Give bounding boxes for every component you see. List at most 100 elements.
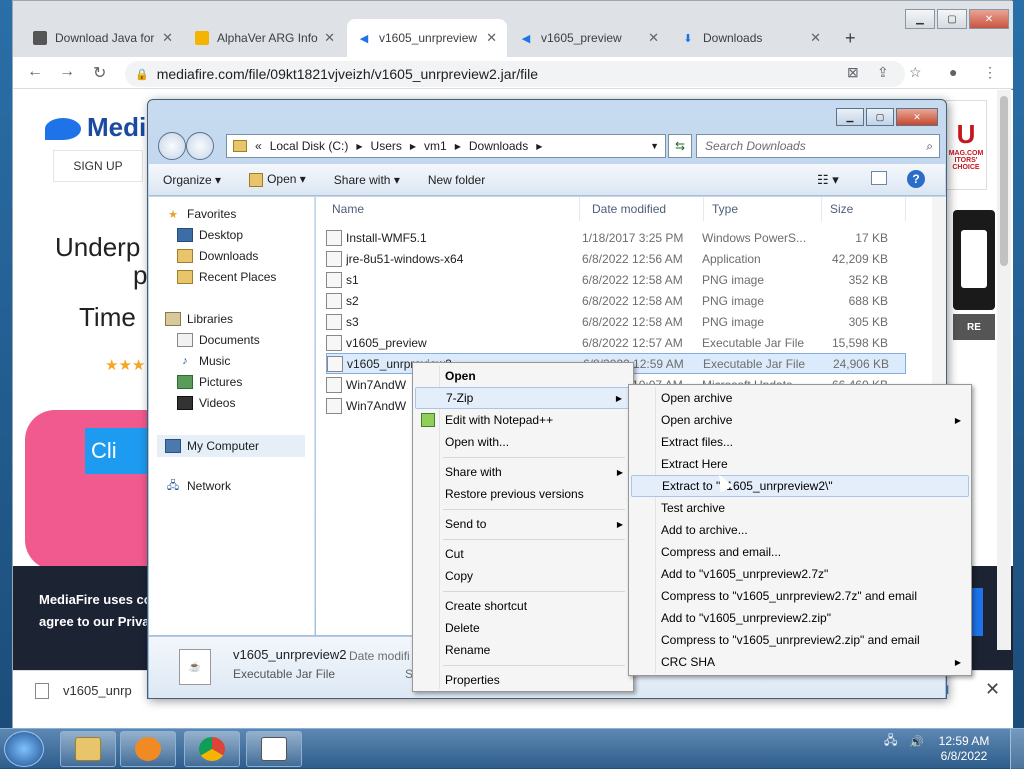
taskbar-solitaire[interactable] [246, 731, 302, 767]
new-tab-button[interactable]: + [835, 19, 866, 57]
reload-icon[interactable]: ↻ [93, 63, 106, 83]
mediafire-logo[interactable]: Medi [45, 112, 146, 143]
menu-item[interactable]: Extract Here [631, 453, 969, 475]
organize-menu[interactable]: Organize ▾ [149, 173, 235, 187]
more-button[interactable]: RE [953, 314, 995, 340]
menu-item[interactable]: Copy [415, 565, 631, 587]
menu-item[interactable]: Send to ▶ [415, 513, 631, 535]
menu-item[interactable]: Open [415, 365, 631, 387]
menu-item[interactable]: CRC SHA ▶ [631, 651, 969, 673]
nav-music[interactable]: ♪ Music [177, 354, 230, 368]
download-item[interactable]: v1605_unrp [63, 683, 132, 698]
back-icon[interactable]: ← [27, 63, 43, 81]
breadcrumb-local-disk[interactable]: Local Disk (C:) [270, 139, 349, 153]
bookmark-star-icon[interactable]: ☆ [909, 64, 922, 81]
menu-item[interactable]: Rename [415, 639, 631, 661]
nav-recent-places[interactable]: Recent Places [177, 270, 276, 284]
menu-item[interactable]: Delete [415, 617, 631, 639]
popup-blocked-icon[interactable]: ⊠ [847, 64, 859, 81]
start-button[interactable] [4, 731, 44, 767]
close-icon[interactable]: ✕ [648, 30, 659, 46]
menu-item[interactable]: Edit with Notepad++ [415, 409, 631, 431]
profile-icon[interactable]: ● [949, 64, 957, 80]
dropdown-icon[interactable]: ▼ [650, 141, 659, 151]
column-header-size[interactable]: Size [822, 197, 906, 221]
breadcrumb-downloads[interactable]: Downloads [469, 139, 528, 153]
file-row[interactable]: v1605_preview 6/8/2022 12:57 AM Executable… [326, 332, 906, 353]
column-header-name[interactable]: Name [324, 197, 580, 221]
file-row[interactable]: jre-8u51-windows-x64 6/8/2022 12:56 AM App… [326, 248, 906, 269]
tab-alphaver[interactable]: AlphaVer ARG Info ✕ [185, 19, 345, 57]
menu-icon[interactable]: ⋮ [983, 64, 997, 81]
tab-java[interactable]: Download Java for ✕ [23, 19, 183, 57]
file-row[interactable]: Install-WMF5.1 1/18/2017 3:25 PM Windows P… [326, 227, 906, 248]
file-row[interactable]: s2 6/8/2022 12:58 AM PNG image 688 KB [326, 290, 906, 311]
close-icon[interactable]: ✕ [324, 30, 335, 46]
menu-item[interactable]: Compress to "v1605_unrpreview2.7z" and e… [631, 585, 969, 607]
share-icon[interactable]: ⇪ [877, 64, 889, 81]
clock[interactable]: 12:59 AM 6/8/2022 [928, 734, 1000, 764]
menu-item[interactable]: Open archive ▶ [631, 409, 969, 431]
chevron-right-icon[interactable]: ▶ [455, 142, 461, 151]
menu-item[interactable]: Compress and email... [631, 541, 969, 563]
close-window-button[interactable]: ✕ [969, 9, 1009, 29]
address-bar[interactable]: « Local Disk (C:) ▶ Users ▶ vm1 ▶ Downloads… [226, 134, 666, 158]
nav-videos[interactable]: Videos [177, 396, 235, 410]
volume-icon[interactable]: 🔊 [909, 735, 924, 749]
page-scrollbar[interactable] [997, 90, 1011, 650]
nav-documents[interactable]: Documents [177, 333, 260, 347]
menu-item[interactable]: Cut [415, 543, 631, 565]
preview-pane-icon[interactable] [871, 171, 887, 185]
menu-item[interactable]: Share with ▶ [415, 461, 631, 483]
scroll-thumb[interactable] [1000, 96, 1008, 266]
ad-banner[interactable]: U MAG.COM ITORS' CHOICE [945, 100, 987, 190]
new-folder-button[interactable]: New folder [414, 173, 499, 187]
signup-button[interactable]: SIGN UP [53, 150, 143, 182]
maximize-button[interactable]: ▢ [866, 108, 894, 126]
show-desktop-button[interactable] [1010, 729, 1024, 769]
close-shelf-icon[interactable]: ✕ [985, 679, 1000, 700]
nav-pictures[interactable]: Pictures [177, 375, 242, 389]
maximize-button[interactable]: ▢ [937, 9, 967, 29]
menu-item[interactable]: 7-Zip ▶ [415, 387, 631, 409]
breadcrumb-vm1[interactable]: vm1 [424, 139, 447, 153]
close-icon[interactable]: ✕ [162, 30, 173, 46]
chevron-right-icon[interactable]: ▶ [356, 142, 362, 151]
menu-item[interactable]: Extract to "v1605_unrpreview2\" [631, 475, 969, 497]
minimize-button[interactable]: ▁ [905, 9, 935, 29]
file-row[interactable]: s1 6/8/2022 12:58 AM PNG image 352 KB [326, 269, 906, 290]
column-header-type[interactable]: Type [704, 197, 822, 221]
close-window-button[interactable]: ✕ [896, 108, 938, 126]
taskbar-media-player[interactable] [120, 731, 176, 767]
tab-downloads[interactable]: ⬇ Downloads ✕ [671, 19, 831, 57]
taskbar-explorer[interactable] [60, 731, 116, 767]
chevron-right-icon[interactable]: ▶ [410, 142, 416, 151]
nav-network[interactable]: 🖧 Network [165, 479, 231, 493]
taskbar-chrome[interactable] [184, 731, 240, 767]
menu-item[interactable]: Restore previous versions [415, 483, 631, 505]
minimize-button[interactable]: ▁ [836, 108, 864, 126]
address-bar[interactable]: 🔒 mediafire.com/file/09kt1821vjveizh/v16… [125, 61, 905, 87]
open-button[interactable]: Open ▾ [235, 172, 320, 187]
search-input[interactable]: Search Downloads ⌕ [696, 134, 940, 158]
menu-item[interactable]: Open archive [631, 387, 969, 409]
nav-favorites[interactable]: ★ Favorites [165, 207, 236, 221]
breadcrumb-overflow[interactable]: « [255, 139, 262, 153]
column-header-date[interactable]: Date modified [584, 197, 704, 221]
nav-desktop[interactable]: Desktop [177, 228, 243, 242]
menu-item[interactable]: Extract files... [631, 431, 969, 453]
forward-icon[interactable]: → [59, 63, 75, 81]
breadcrumb-users[interactable]: Users [371, 139, 402, 153]
menu-item[interactable]: Add to "v1605_unrpreview2.zip" [631, 607, 969, 629]
menu-item[interactable]: Add to archive... [631, 519, 969, 541]
menu-item[interactable]: Add to "v1605_unrpreview2.7z" [631, 563, 969, 585]
chevron-right-icon[interactable]: ▶ [536, 142, 542, 151]
menu-item[interactable]: Test archive [631, 497, 969, 519]
network-tray-icon[interactable]: 🖧 [884, 731, 897, 752]
menu-item[interactable]: Compress to "v1605_unrpreview2.zip" and … [631, 629, 969, 651]
menu-item[interactable]: Properties [415, 669, 631, 691]
tab-v1605-preview[interactable]: ◀ v1605_preview ✕ [509, 19, 669, 57]
nav-downloads[interactable]: Downloads [177, 249, 258, 263]
menu-item[interactable]: Create shortcut [415, 595, 631, 617]
menu-item[interactable]: Open with... [415, 431, 631, 453]
